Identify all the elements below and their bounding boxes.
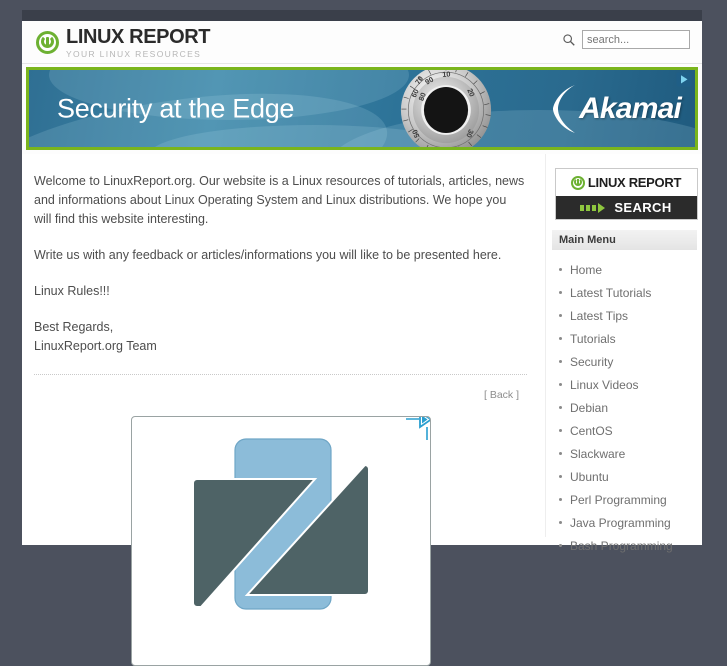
search-input[interactable] [582, 30, 690, 49]
banner-ad[interactable]: Security at the Edge 10 20 30 40 50 60 7… [26, 67, 698, 150]
logo-text-group: LINUX REPORT YOUR LINUX RESOURCES [66, 26, 211, 59]
sidebar-item-security[interactable]: Security [556, 351, 702, 374]
main-menu-heading: Main Menu [552, 230, 697, 250]
akamai-wordmark: Akamai [579, 91, 682, 125]
page-container: LINUX REPORT YOUR LINUX RESOURCES Securi… [22, 10, 702, 666]
feedback-paragraph: Write us with any feedback or articles/i… [34, 248, 502, 262]
back-link[interactable]: [ Back ] [34, 389, 527, 401]
combination-lock-dial-icon: 10 20 30 40 50 60 70 80 90 [400, 69, 492, 150]
header-search [562, 30, 690, 49]
sidebar-item-tutorials[interactable]: Tutorials [556, 328, 702, 351]
z-logo-icon [191, 438, 370, 610]
sidebar-item-centos[interactable]: CentOS [556, 420, 702, 443]
sidebar-item-home[interactable]: Home [556, 259, 702, 282]
square-ad[interactable] [130, 416, 431, 666]
sidebar-item-slackware[interactable]: Slackware [556, 443, 702, 466]
logo-title: LINUX REPORT [66, 26, 211, 48]
sidebar: LINUX REPORT SEARCH Main Menu Home Lates… [545, 154, 702, 553]
signoff-line-2: LinuxReport.org Team [34, 339, 157, 353]
signoff-line-1: Best Regards, [34, 320, 114, 334]
akamai-swoosh-icon [553, 84, 576, 133]
sidebar-item-linux-videos[interactable]: Linux Videos [556, 374, 702, 397]
sidebar-search-label: SEARCH [614, 200, 672, 215]
site-logo[interactable]: LINUX REPORT YOUR LINUX RESOURCES [36, 26, 211, 59]
linux-rules-paragraph: Linux Rules!!! [34, 284, 110, 298]
svg-text:40: 40 [439, 145, 448, 150]
sidebar-item-debian[interactable]: Debian [556, 397, 702, 420]
main-content: Welcome to LinuxReport.org. Our website … [22, 154, 545, 666]
content-divider [34, 374, 527, 375]
adchoices-icon[interactable] [405, 416, 431, 440]
logo-tagline: YOUR LINUX RESOURCES [66, 49, 202, 59]
sidebar-search-widget[interactable]: LINUX REPORT SEARCH [554, 168, 698, 220]
sidebar-search-button[interactable]: SEARCH [555, 196, 697, 219]
content-row: Welcome to LinuxReport.org. Our website … [22, 154, 702, 666]
power-icon [36, 31, 59, 55]
adchoices-icon[interactable] [676, 72, 692, 87]
svg-text:10: 10 [442, 69, 451, 79]
welcome-paragraph: Welcome to LinuxReport.org. Our website … [34, 174, 525, 226]
top-bar [22, 10, 702, 21]
sidebar-item-bash-programming[interactable]: Bash Programming [556, 535, 702, 558]
sidebar-item-java-programming[interactable]: Java Programming [556, 512, 702, 535]
sidebar-search-title-row: LINUX REPORT [555, 169, 697, 196]
sidebar-item-latest-tutorials[interactable]: Latest Tutorials [556, 282, 702, 305]
search-icon[interactable] [562, 33, 576, 47]
main-menu-list: Home Latest Tutorials Latest Tips Tutori… [550, 259, 702, 558]
power-icon [570, 175, 585, 190]
banner-headline: Security at the Edge [57, 93, 295, 123]
banner-ad-wrap: Security at the Edge 10 20 30 40 50 60 7… [22, 64, 702, 154]
signoff-paragraph: Best Regards, LinuxReport.org Team [34, 318, 527, 356]
site-header: LINUX REPORT YOUR LINUX RESOURCES [22, 21, 702, 64]
sidebar-search-title: LINUX REPORT [587, 175, 682, 190]
sidebar-item-ubuntu[interactable]: Ubuntu [556, 466, 702, 489]
akamai-logo: Akamai [553, 83, 682, 135]
arrow-right-icon [580, 202, 606, 213]
sidebar-item-latest-tips[interactable]: Latest Tips [556, 305, 702, 328]
sidebar-item-perl-programming[interactable]: Perl Programming [556, 489, 702, 512]
